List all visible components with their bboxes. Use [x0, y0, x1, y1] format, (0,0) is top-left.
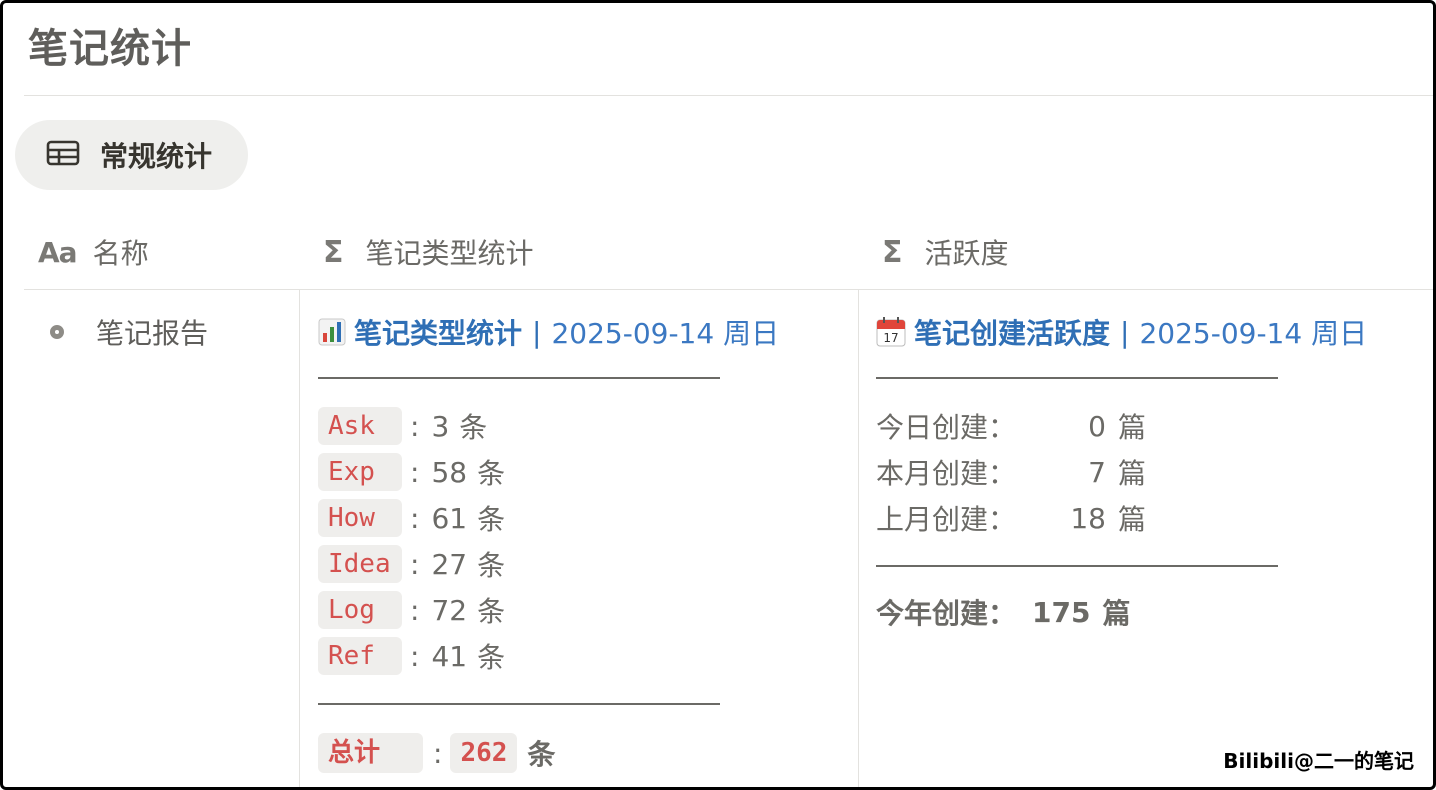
svg-text:17: 17 — [883, 331, 898, 345]
year-label: 今年创建： — [876, 597, 1017, 630]
type-count: 72 — [431, 593, 468, 627]
row-divider — [24, 289, 1433, 290]
activity-date: 2025-09-14 周日 — [1139, 317, 1368, 350]
activity-value: 0 — [1088, 409, 1106, 443]
divider-rule — [876, 377, 1278, 379]
column-header-label: 笔记类型统计 — [365, 237, 534, 270]
total-label: 总计 — [318, 733, 423, 773]
list-item: How : 61 条 — [318, 495, 848, 541]
note-types-cell[interactable]: 笔记类型统计 | 2025-09-14 周日 Ask : 3 条 Exp : 5… — [318, 310, 848, 775]
type-unit: 条 — [477, 595, 506, 628]
bar-chart-icon — [318, 318, 346, 346]
divider-rule — [876, 565, 1278, 567]
calendar-icon: 17 — [876, 317, 906, 347]
page-title: 笔记统计 — [28, 26, 192, 72]
type-tag: Exp — [318, 453, 402, 491]
type-unit: 条 — [477, 641, 506, 674]
column-divider — [858, 290, 859, 787]
note-types-title: 笔记类型统计 — [354, 317, 523, 350]
type-tag: How — [318, 499, 402, 537]
year-total-row: 今年创建： 175 篇 — [876, 589, 1421, 635]
row-name-text: 笔记报告 — [96, 317, 209, 350]
colon: : — [433, 736, 443, 770]
list-item: 今日创建： 0 篇 — [876, 403, 1421, 449]
formula-sigma-icon: Σ — [882, 234, 903, 270]
activity-value: 7 — [1088, 455, 1106, 489]
activity-list: 今日创建： 0 篇 本月创建： 7 篇 上月创建： 18 篇 — [876, 403, 1421, 541]
colon: : — [410, 639, 420, 673]
activity-cell[interactable]: 17 笔记创建活跃度 | 2025-09-14 周日 今日创建： 0 篇 本月创… — [876, 310, 1421, 635]
type-tag: Log — [318, 591, 402, 629]
row-name-cell[interactable]: 笔记报告 — [48, 310, 208, 354]
column-header-name[interactable]: Aa 名称 — [38, 230, 149, 274]
type-unit: 条 — [459, 411, 488, 444]
type-count: 58 — [431, 455, 468, 489]
text-property-icon: Aa — [38, 235, 78, 269]
column-header-note-types[interactable]: Σ 笔记类型统计 — [323, 230, 534, 274]
activity-unit: 篇 — [1118, 457, 1147, 490]
activity-label: 今日创建： — [876, 411, 1017, 444]
page-ring-icon — [50, 325, 64, 339]
note-type-list: Ask : 3 条 Exp : 58 条 How : 61 条 Idea : 2… — [318, 403, 848, 679]
type-count: 61 — [431, 501, 468, 535]
list-item: Ref : 41 条 — [318, 633, 848, 679]
activity-label: 本月创建： — [876, 457, 1017, 490]
year-value: 175 — [1032, 595, 1091, 629]
divider-rule — [318, 377, 720, 379]
title-divider — [24, 95, 1433, 96]
type-count: 41 — [431, 639, 468, 673]
type-unit: 条 — [477, 503, 506, 536]
colon: : — [410, 455, 420, 489]
view-tab-label: 常规统计 — [100, 140, 213, 173]
type-tag: Ask — [318, 407, 402, 445]
type-count: 3 — [431, 409, 450, 443]
list-item: 本月创建： 7 篇 — [876, 449, 1421, 495]
total-row: 总计 : 262 条 — [318, 731, 848, 775]
type-unit: 条 — [477, 457, 506, 490]
title-separator: | — [532, 315, 542, 349]
table-icon — [46, 140, 80, 171]
list-item: Exp : 58 条 — [318, 449, 848, 495]
column-header-activity[interactable]: Σ 活跃度 — [882, 230, 1009, 274]
colon: : — [410, 547, 420, 581]
activity-unit: 篇 — [1118, 411, 1147, 444]
activity-title: 笔记创建活跃度 — [914, 317, 1111, 350]
column-header-label: 名称 — [92, 237, 149, 270]
type-count: 27 — [431, 547, 468, 581]
column-header-label: 活跃度 — [924, 237, 1009, 270]
type-tag: Idea — [318, 545, 402, 583]
column-divider — [299, 290, 300, 787]
activity-label: 上月创建： — [876, 503, 1017, 536]
colon: : — [410, 501, 420, 535]
total-value: 262 — [450, 733, 518, 773]
view-tab-regular-stats[interactable]: 常规统计 — [15, 120, 248, 190]
list-item: 上月创建： 18 篇 — [876, 495, 1421, 541]
list-item: Log : 72 条 — [318, 587, 848, 633]
activity-value: 18 — [1070, 501, 1106, 535]
watermark: Bilibili@二一的笔记 — [1223, 749, 1414, 773]
colon: : — [410, 409, 420, 443]
list-item: Idea : 27 条 — [318, 541, 848, 587]
title-separator: | — [1120, 315, 1130, 349]
note-types-date: 2025-09-14 周日 — [551, 317, 780, 350]
note-types-heading: 笔记类型统计 | 2025-09-14 周日 — [318, 310, 848, 354]
formula-sigma-icon: Σ — [323, 234, 344, 270]
activity-unit: 篇 — [1118, 503, 1147, 536]
year-unit: 篇 — [1102, 597, 1131, 630]
type-unit: 条 — [477, 549, 506, 582]
colon: : — [410, 593, 420, 627]
list-item: Ask : 3 条 — [318, 403, 848, 449]
total-unit: 条 — [527, 738, 556, 771]
activity-heading: 17 笔记创建活跃度 | 2025-09-14 周日 — [876, 310, 1421, 354]
type-tag: Ref — [318, 637, 402, 675]
divider-rule — [318, 703, 720, 705]
